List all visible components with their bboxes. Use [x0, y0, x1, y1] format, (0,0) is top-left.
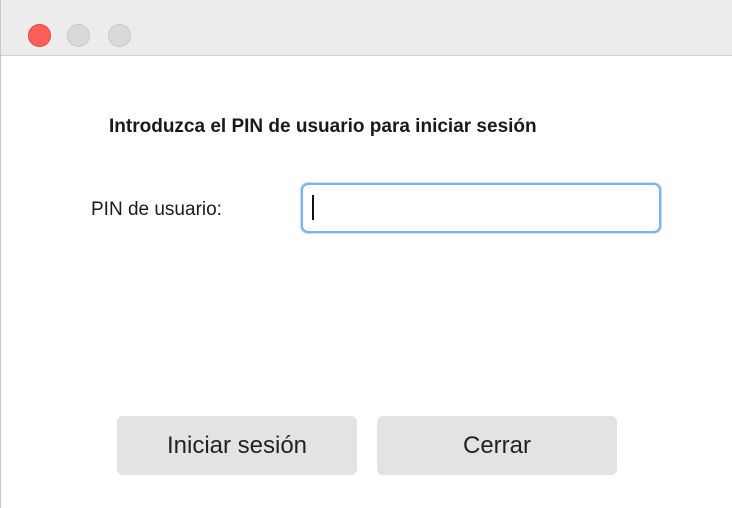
dialog-content: Introduzca el PIN de usuario para inicia…: [1, 56, 732, 508]
pin-label: PIN de usuario:: [91, 199, 222, 220]
zoom-window-button[interactable]: [108, 24, 131, 47]
dialog-heading: Introduzca el PIN de usuario para inicia…: [109, 116, 537, 137]
minimize-window-button[interactable]: [67, 24, 90, 47]
close-button[interactable]: Cerrar: [377, 416, 617, 475]
close-window-button[interactable]: [28, 24, 51, 47]
login-button[interactable]: Iniciar sesión: [117, 416, 357, 475]
title-bar[interactable]: [1, 0, 732, 56]
pin-input[interactable]: [301, 183, 661, 233]
text-caret: [312, 195, 314, 220]
login-window: Introduzca el PIN de usuario para inicia…: [0, 0, 732, 508]
